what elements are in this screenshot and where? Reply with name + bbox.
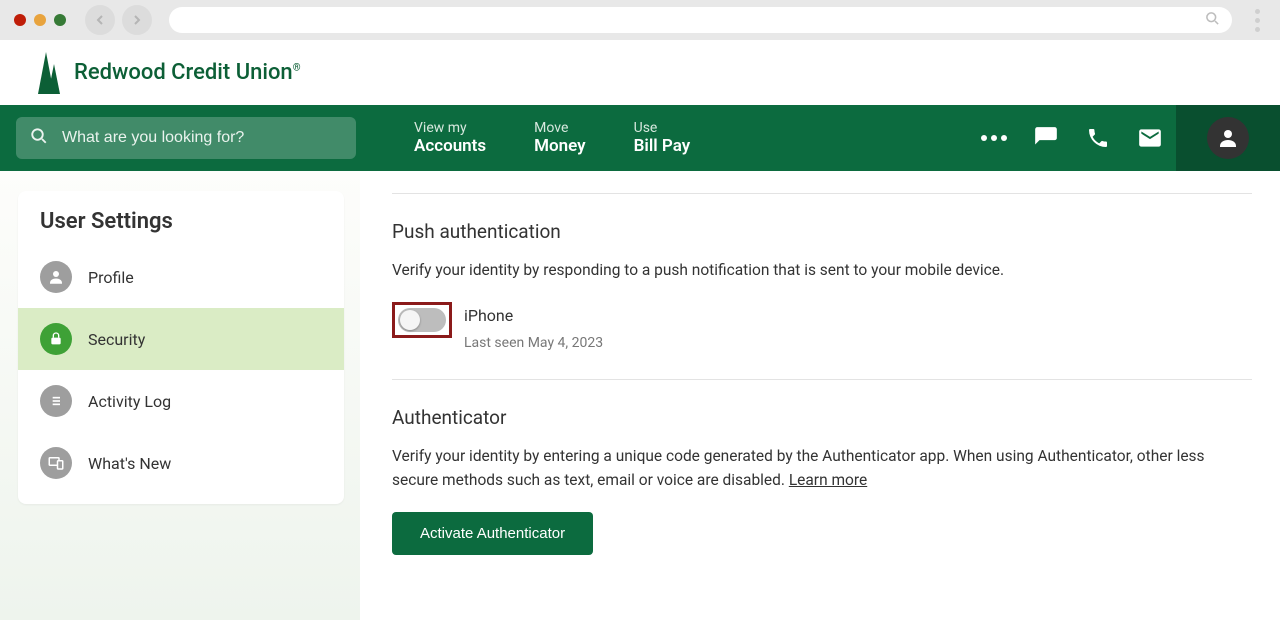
nav-billpay[interactable]: Use Bill Pay — [634, 120, 691, 156]
sidebar-item-label: Activity Log — [88, 392, 171, 411]
sidebar-item-label: Security — [88, 330, 145, 349]
tree-icon — [36, 50, 64, 96]
toggle-knob — [400, 310, 420, 330]
nav-main: Accounts — [414, 136, 486, 156]
nav-pre: Use — [634, 120, 691, 136]
divider — [392, 379, 1252, 380]
sidebar-title: User Settings — [18, 209, 344, 246]
search-icon — [1205, 11, 1220, 30]
site-search-input[interactable] — [62, 129, 342, 147]
push-toggle[interactable] — [398, 308, 446, 332]
close-window-icon[interactable] — [14, 14, 26, 26]
sidebar: User Settings Profile Security Activity … — [0, 171, 360, 620]
divider — [392, 193, 1252, 194]
list-icon — [40, 385, 72, 417]
sidebar-item-profile[interactable]: Profile — [18, 246, 344, 308]
activate-authenticator-button[interactable]: Activate Authenticator — [392, 512, 593, 555]
maximize-window-icon[interactable] — [54, 14, 66, 26]
nav-accounts[interactable]: View my Accounts — [414, 120, 486, 156]
browser-chrome — [0, 0, 1280, 40]
device-row: iPhone Last seen May 4, 2023 — [392, 302, 1252, 351]
learn-more-link[interactable]: Learn more — [789, 471, 867, 489]
messages-button[interactable] — [1020, 105, 1072, 171]
profile-icon — [40, 261, 72, 293]
sidebar-item-label: Profile — [88, 268, 134, 287]
logo-bar: Redwood Credit Union® — [0, 40, 1280, 105]
forward-button[interactable] — [122, 5, 152, 35]
brand-logo[interactable]: Redwood Credit Union® — [36, 50, 301, 96]
minimize-window-icon[interactable] — [34, 14, 46, 26]
window-controls — [14, 14, 66, 26]
mail-button[interactable] — [1124, 105, 1176, 171]
chat-icon — [1033, 125, 1059, 151]
mail-icon — [1137, 125, 1163, 151]
primary-nav: View my Accounts Move Money Use Bill Pay — [0, 105, 1280, 171]
push-section-title: Push authentication — [392, 220, 1252, 243]
trademark-icon: ® — [293, 63, 301, 74]
authenticator-section-desc: Verify your identity by entering a uniqu… — [392, 445, 1252, 492]
main-panel: Push authentication Verify your identity… — [360, 171, 1280, 620]
search-icon — [30, 127, 48, 149]
address-bar[interactable] — [169, 7, 1232, 33]
more-menu-button[interactable] — [968, 105, 1020, 171]
authenticator-section-title: Authenticator — [392, 406, 1252, 429]
lock-icon — [40, 323, 72, 355]
sidebar-item-security[interactable]: Security — [18, 308, 344, 370]
nav-money[interactable]: Move Money — [534, 120, 585, 156]
device-last-seen: Last seen May 4, 2023 — [464, 335, 603, 351]
device-name: iPhone — [464, 306, 603, 325]
sidebar-item-label: What's New — [88, 454, 171, 473]
sidebar-item-whatsnew[interactable]: What's New — [18, 432, 344, 494]
browser-menu-icon[interactable] — [1249, 9, 1266, 32]
nav-main: Money — [534, 136, 585, 156]
back-button[interactable] — [85, 5, 115, 35]
phone-button[interactable] — [1072, 105, 1124, 171]
push-section-desc: Verify your identity by responding to a … — [392, 259, 1252, 282]
nav-pre: Move — [534, 120, 585, 136]
brand-name: Redwood Credit Union — [74, 60, 293, 85]
profile-menu[interactable] — [1176, 105, 1280, 171]
devices-icon — [40, 447, 72, 479]
sidebar-item-activity[interactable]: Activity Log — [18, 370, 344, 432]
avatar-icon — [1207, 117, 1249, 159]
nav-pre: View my — [414, 120, 486, 136]
nav-main: Bill Pay — [634, 136, 691, 156]
toggle-highlight — [392, 302, 452, 338]
more-icon — [981, 135, 1007, 141]
site-search[interactable] — [16, 117, 356, 159]
phone-icon — [1086, 126, 1110, 150]
